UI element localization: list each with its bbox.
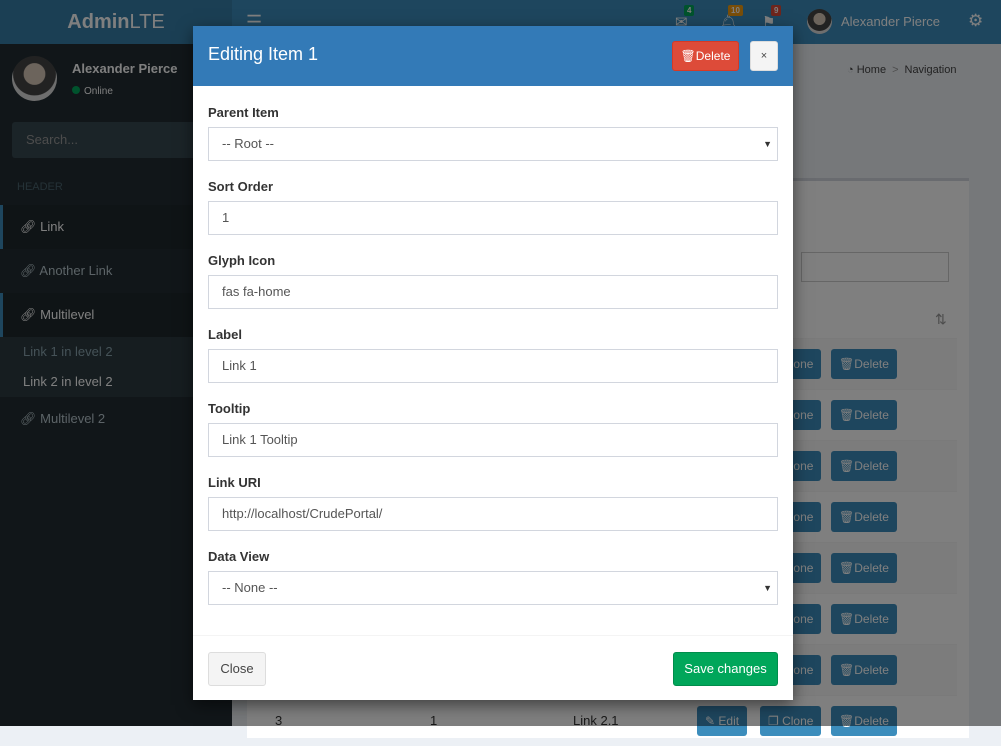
edit-item-modal: Editing Item 1 🗑︎Delete × Parent Item --…	[193, 26, 793, 700]
tooltip-label: Tooltip	[208, 401, 251, 416]
parent-item-label: Parent Item	[208, 105, 279, 120]
glyph-icon-label: Glyph Icon	[208, 253, 276, 268]
sort-order-label: Sort Order	[208, 179, 274, 194]
trash-icon: 🗑︎	[680, 49, 696, 63]
modal-footer: Close Save changes	[193, 635, 793, 700]
caret-down-icon: ▼	[763, 139, 772, 149]
close-button[interactable]: Close	[208, 652, 266, 686]
link-uri-label: Link URI	[208, 475, 261, 490]
caret-down-icon: ▼	[763, 583, 772, 593]
modal-title: Editing Item 1	[208, 44, 319, 64]
sort-order-input[interactable]: 1	[208, 201, 778, 235]
glyph-icon-input[interactable]: fas fa-home	[208, 275, 778, 309]
parent-item-select[interactable]: -- Root -- ▼	[208, 127, 778, 161]
tooltip-input[interactable]: Link 1 Tooltip	[208, 423, 778, 457]
data-view-label: Data View	[208, 549, 270, 564]
label-input[interactable]: Link 1	[208, 349, 778, 383]
link-uri-input[interactable]: http://localhost/CrudePortal/	[208, 497, 778, 531]
data-view-select[interactable]: -- None -- ▼	[208, 571, 778, 605]
modal-header: Editing Item 1 🗑︎Delete ×	[193, 26, 793, 86]
modal-close-button[interactable]: ×	[750, 41, 778, 71]
modal-delete-button[interactable]: 🗑︎Delete	[672, 41, 739, 71]
label-label: Label	[208, 327, 242, 342]
save-changes-button[interactable]: Save changes	[673, 652, 778, 686]
